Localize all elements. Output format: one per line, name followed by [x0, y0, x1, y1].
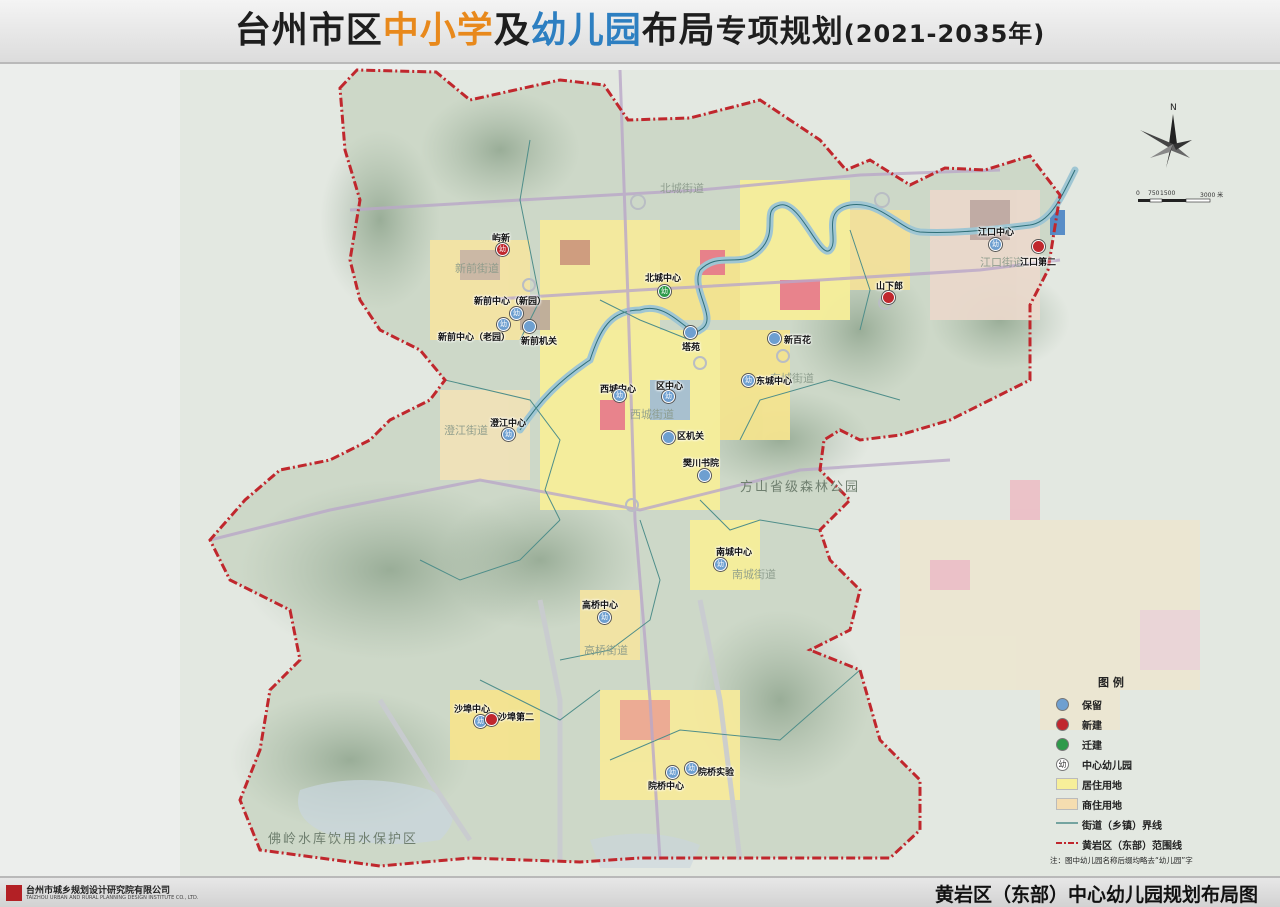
kg-marker-center[interactable]: 幼 — [742, 374, 755, 387]
area-label-xicheng: 西城街道 — [630, 408, 674, 421]
kg-label: 沙埠中心 — [454, 705, 491, 715]
keep-dot-icon — [1056, 698, 1069, 711]
kg-label: 沙埠第二 — [498, 713, 535, 723]
legend-note: 注：图中幼儿园名称后缀均略去“幼儿园”字 — [1050, 856, 1193, 865]
legend-item-street-line: 街道（乡镇）界线 — [1050, 814, 1275, 834]
kg-label: 东城中心 — [756, 377, 793, 387]
legend-label: 街道（乡镇）界线 — [1082, 821, 1162, 832]
compass-north-label: N — [1170, 103, 1177, 113]
area-label-fangshan: 方山省级森林公园 — [740, 480, 861, 495]
compass-rose-icon: N — [1140, 103, 1192, 168]
legend-label: 保留 — [1082, 701, 1102, 712]
legend: 图 例 保留 新建 迁建 幼 中心幼儿园 居住用地 商住用地 街道（乡镇）界线 — [1050, 674, 1275, 866]
area-label-foling: 佛岭水库饮用水保护区 — [268, 832, 419, 847]
kg-marker[interactable] — [662, 431, 675, 444]
kg-marker-center[interactable]: 幼 — [658, 285, 671, 298]
legend-item-commercial: 商住用地 — [1050, 794, 1275, 814]
kg-marker-center[interactable]: 幼 — [662, 390, 675, 403]
legend-label: 迁建 — [1082, 741, 1102, 752]
page-title: 台州市区中小学及幼儿园布局专项规划(2021-2035年) — [0, 0, 1280, 62]
legend-label: 中心幼儿园 — [1082, 761, 1132, 772]
kg-label: 院桥实验 — [698, 768, 735, 778]
area-label-jiangkou: 江口街道 — [980, 256, 1024, 269]
kg-label: 新前中心（老园） — [438, 333, 511, 343]
kg-label: 山下郎 — [876, 282, 904, 292]
boundary-line-icon — [1056, 842, 1078, 844]
compass: N — [1130, 100, 1196, 178]
kg-label: 新百花 — [784, 336, 812, 346]
kg-marker-center[interactable]: 幼 — [496, 243, 509, 256]
residential-swatch-icon — [1056, 778, 1078, 790]
area-label-chengjiang: 澄江街道 — [444, 424, 488, 437]
center-kindergarten-icon: 幼 — [1056, 758, 1069, 771]
kg-label: 江口中心 — [978, 228, 1015, 238]
legend-item-new: 新建 — [1050, 714, 1275, 734]
scale-label: 1500 — [1160, 190, 1176, 197]
legend-item-residential: 居住用地 — [1050, 774, 1275, 794]
street-line-icon — [1056, 822, 1078, 824]
area-label-beicheng: 北城街道 — [660, 182, 704, 195]
kg-marker[interactable] — [882, 291, 895, 304]
kg-marker[interactable] — [684, 326, 697, 339]
legend-item-move: 迁建 — [1050, 734, 1275, 754]
kg-marker-center[interactable]: 幼 — [666, 766, 679, 779]
kg-marker[interactable] — [1032, 240, 1045, 253]
area-label-xinqian: 新前街道 — [455, 262, 499, 275]
hill — [420, 90, 580, 210]
area-label-gaoqiao: 高桥街道 — [584, 644, 628, 657]
title-highlight-kindergartens: 幼儿园 — [530, 10, 642, 51]
legend-item-keep: 保留 — [1050, 694, 1275, 714]
legend-label: 新建 — [1082, 721, 1102, 732]
kg-marker-center[interactable]: 幼 — [613, 389, 626, 402]
kg-label: 南城中心 — [716, 548, 753, 558]
title-part3: 专项规划 — [715, 14, 844, 50]
kg-label: 北城中心 — [645, 274, 682, 284]
title-bar: 台州市区中小学及幼儿园布局专项规划(2021-2035年) — [0, 0, 1280, 64]
kg-label: 院桥中心 — [648, 782, 685, 792]
title-join: 及 — [493, 10, 531, 51]
title-part1: 台州市区 — [234, 10, 383, 51]
legend-label: 商住用地 — [1082, 801, 1122, 812]
commercial-swatch-icon — [1056, 798, 1078, 810]
legend-item-center: 幼 中心幼儿园 — [1050, 754, 1275, 774]
kg-marker-center[interactable]: 幼 — [502, 428, 515, 441]
org-logo-icon — [6, 885, 22, 901]
kg-label: 区机关 — [677, 432, 705, 442]
kg-label: 新前中心（新园） — [474, 297, 547, 307]
kg-marker-center[interactable]: 幼 — [598, 611, 611, 624]
legend-label: 居住用地 — [1082, 781, 1122, 792]
area-label-nancheng: 南城街道 — [732, 568, 776, 581]
legend-title: 图 例 — [1098, 676, 1124, 689]
new-dot-icon — [1056, 718, 1069, 731]
legend-item-boundary-line: 黄岩区（东部）范围线 — [1050, 834, 1275, 854]
title-part2: 布局 — [641, 10, 716, 51]
map-canvas[interactable]: 北城街道 新前街道 澄江街道 西城街道 东城街道 南城街道 高桥街道 江口街道 … — [0, 64, 1280, 876]
kg-marker-center[interactable]: 幼 — [989, 238, 1002, 251]
kg-marker[interactable] — [768, 332, 781, 345]
legend-label: 黄岩区（东部）范围线 — [1082, 841, 1182, 852]
kg-label: 樊川书院 — [683, 459, 720, 469]
kg-marker-center[interactable]: 幼 — [714, 558, 727, 571]
title-highlight-schools: 中小学 — [382, 10, 494, 51]
scale-label: 3000 米 — [1200, 192, 1224, 199]
org-name-en: TAIZHOU URBAN AND RURAL PLANNING DESIGN … — [26, 895, 199, 901]
map-title: 黄岩区（东部）中心幼儿园规划布局图 — [934, 884, 1258, 906]
kg-marker[interactable] — [485, 713, 498, 726]
scale-label: 750 — [1148, 190, 1160, 197]
kg-label: 高桥中心 — [582, 601, 619, 611]
title-years: (2021-2035年) — [843, 20, 1046, 48]
kg-marker[interactable] — [698, 469, 711, 482]
scale-label: 0 — [1136, 190, 1140, 197]
kg-label: 江口第二 — [1020, 258, 1057, 268]
kg-label: 新前机关 — [521, 337, 558, 347]
kg-marker[interactable] — [523, 320, 536, 333]
kg-marker-center[interactable]: 幼 — [510, 307, 523, 320]
kg-label: 塔苑 — [682, 343, 701, 353]
move-dot-icon — [1056, 738, 1069, 751]
kg-marker-center[interactable]: 幼 — [685, 762, 698, 775]
footer-bar: 台州市城乡规划设计研究院有限公司 TAIZHOU URBAN AND RURAL… — [0, 876, 1280, 907]
scale-bar: 0 750 1500 3000 米 — [1136, 190, 1236, 209]
kg-marker-center[interactable]: 幼 — [497, 318, 510, 331]
